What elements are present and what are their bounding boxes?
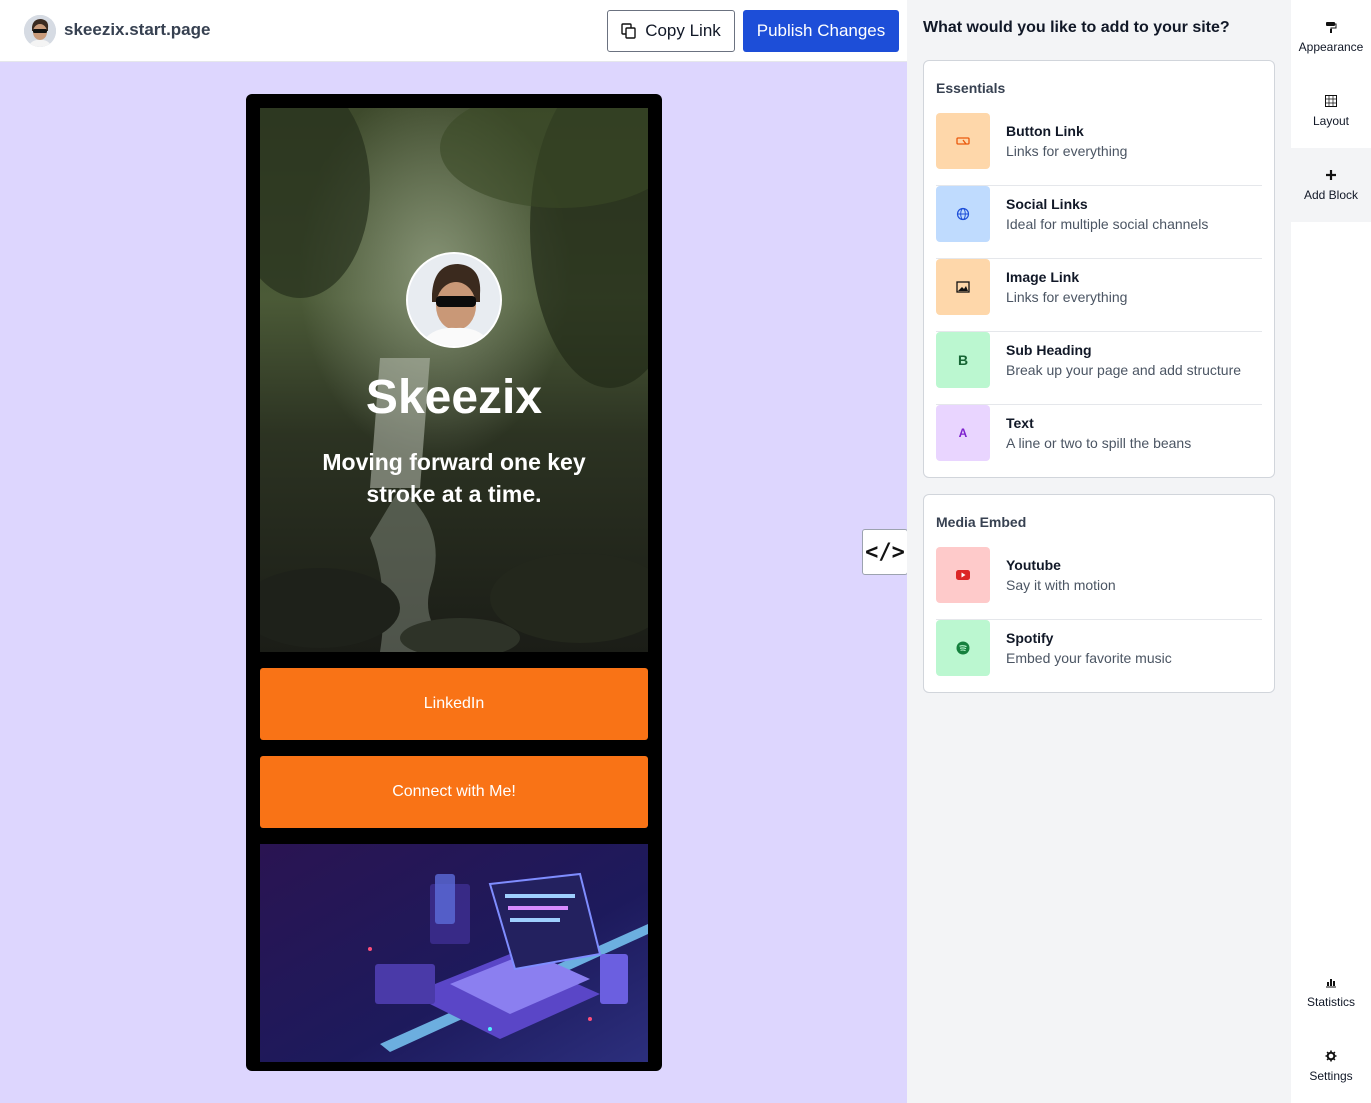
panel-title: What would you like to add to your site? (923, 19, 1230, 36)
top-bar: skeezix.start.page Copy Link Publish Cha… (0, 0, 907, 62)
embed-code-toggle-button[interactable]: </> (862, 529, 908, 575)
globe-icon (936, 186, 990, 242)
connect-link-button[interactable]: Connect with Me! (260, 756, 648, 828)
block-name: Sub Heading (1006, 342, 1092, 358)
block-description: Break up your page and add structure (1006, 362, 1242, 378)
nav-settings-label: Settings (1309, 1069, 1353, 1083)
nav-statistics[interactable]: Statistics (1291, 955, 1371, 1029)
site-title: skeezix.start.page (64, 20, 211, 39)
block-description: A line or two to spill the beans (1006, 435, 1192, 451)
essentials-card: Essentials Button Link Links for everyth… (923, 60, 1275, 478)
block-option-spotify[interactable]: Spotify Embed your favorite music (936, 620, 1262, 693)
site-avatar (24, 15, 56, 47)
copy-link-label: Copy Link (645, 21, 721, 40)
block-description: Say it with motion (1006, 577, 1116, 593)
block-description: Links for everything (1006, 143, 1128, 159)
nav-layout[interactable]: Layout (1291, 74, 1371, 148)
nav-add-block-label: Add Block (1303, 188, 1359, 202)
media-embed-heading: Media Embed (936, 514, 1027, 530)
add-block-panel: What would you like to add to your site?… (907, 0, 1291, 1103)
block-name: Spotify (1006, 630, 1054, 646)
nav-appearance-label: Appearance (1298, 40, 1364, 54)
block-option-image-link[interactable]: Image Link Links for everything (936, 259, 1262, 332)
image-icon (936, 259, 990, 315)
heading-icon: B (936, 332, 990, 388)
nav-add-block[interactable]: Add Block (1291, 148, 1371, 222)
nav-statistics-label: Statistics (1306, 995, 1355, 1009)
block-name: Social Links (1006, 196, 1088, 212)
nav-settings[interactable]: Settings (1291, 1029, 1371, 1103)
block-description: Embed your favorite music (1006, 650, 1172, 666)
plus-icon (1325, 168, 1337, 182)
preview-canvas: Skeezix Moving forward one key stroke at… (0, 62, 907, 1103)
profile-bio: Moving forward one key stroke at a time. (322, 449, 586, 507)
button-link-icon (936, 113, 990, 169)
block-name: Button Link (1006, 123, 1084, 139)
block-option-button-link[interactable]: Button Link Links for everything (936, 113, 1262, 186)
phone-preview: Skeezix Moving forward one key stroke at… (246, 94, 662, 1071)
block-option-social-links[interactable]: Social Links Ideal for multiple social c… (936, 186, 1262, 259)
profile-avatar (406, 252, 502, 348)
layout-grid-icon (1325, 94, 1337, 108)
block-name: Text (1006, 415, 1034, 431)
paint-roller-icon (1325, 20, 1337, 34)
gear-icon (1325, 1049, 1337, 1063)
nav-layout-label: Layout (1312, 114, 1350, 128)
youtube-icon (936, 547, 990, 603)
essentials-heading: Essentials (936, 80, 1006, 96)
bar-chart-icon (1325, 975, 1337, 989)
copy-link-button[interactable]: Copy Link (607, 10, 735, 52)
spotify-icon (936, 620, 990, 676)
image-link-block[interactable] (260, 844, 648, 1062)
block-option-sub-heading[interactable]: B Sub Heading Break up your page and add… (936, 332, 1262, 405)
linkedin-link-button[interactable]: LinkedIn (260, 668, 648, 740)
publish-changes-button[interactable]: Publish Changes (743, 10, 899, 52)
media-embed-card: Media Embed Youtube Say it with motion S… (923, 494, 1275, 693)
right-sidebar-nav: Appearance Layout Add Block Statistics S… (1291, 0, 1371, 1103)
laptop-illustration-image (260, 844, 648, 1062)
block-option-youtube[interactable]: Youtube Say it with motion (936, 547, 1262, 620)
text-icon: A (936, 405, 990, 461)
profile-name: Skeezix (365, 371, 543, 424)
nav-appearance[interactable]: Appearance (1291, 0, 1371, 74)
block-name: Youtube (1006, 557, 1061, 573)
block-description: Links for everything (1006, 289, 1128, 305)
block-option-text[interactable]: A Text A line or two to spill the beans (936, 405, 1262, 478)
copy-icon (621, 23, 636, 39)
block-name: Image Link (1006, 269, 1080, 285)
profile-header[interactable]: Skeezix Moving forward one key stroke at… (260, 108, 648, 652)
block-description: Ideal for multiple social channels (1006, 216, 1209, 232)
